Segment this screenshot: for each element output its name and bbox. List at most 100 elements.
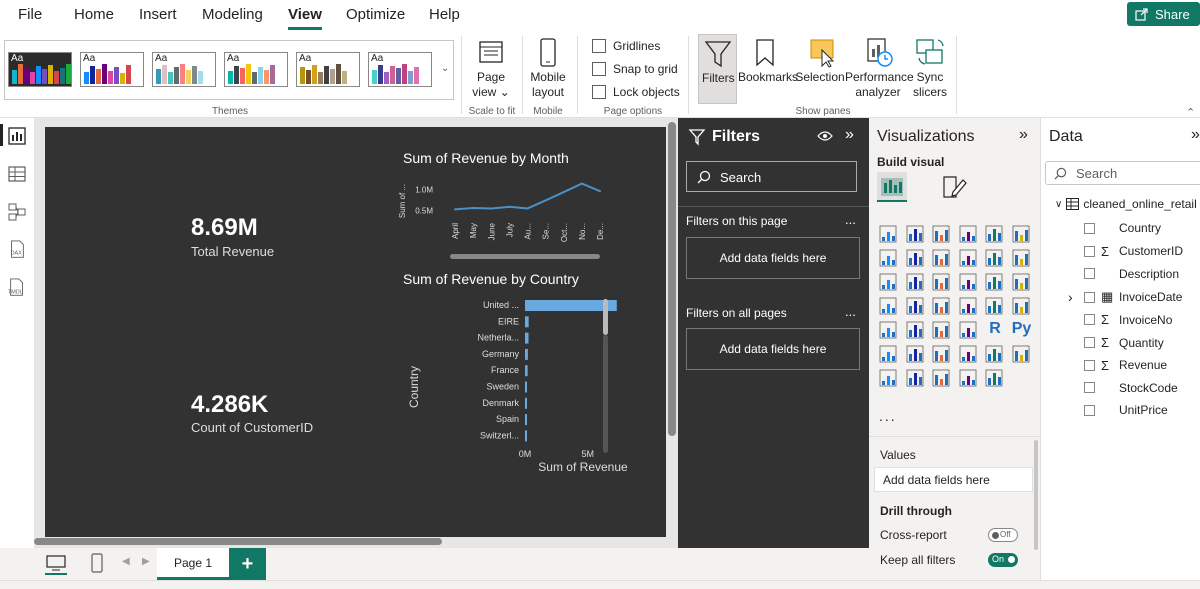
gridlines-checkbox[interactable]: Gridlines bbox=[592, 39, 660, 53]
performance-analyzer-button[interactable]: Performance analyzer bbox=[845, 70, 914, 100]
scatter-visual-icon[interactable] bbox=[931, 272, 953, 294]
table-visual-icon[interactable] bbox=[931, 320, 953, 342]
revenue-by-month-line-chart[interactable]: Sum of ... 0.5M 1.0M April May June July Au... S… bbox=[395, 171, 615, 263]
stacked-area-visual-icon[interactable] bbox=[931, 248, 953, 270]
diamond-visual-icon[interactable] bbox=[958, 368, 980, 390]
field-checkbox[interactable] bbox=[1084, 222, 1095, 234]
share-button[interactable]: Share bbox=[1127, 2, 1200, 26]
bar-chart-scrollbar[interactable] bbox=[603, 299, 608, 335]
shape-map-visual-icon[interactable] bbox=[931, 296, 953, 318]
canvas-vertical-scrollbar[interactable] bbox=[668, 122, 676, 436]
desktop-view-icon[interactable] bbox=[45, 555, 67, 571]
mobile-view-icon[interactable] bbox=[91, 553, 103, 573]
table-view-icon[interactable] bbox=[7, 164, 27, 184]
add-page-button[interactable]: + bbox=[229, 548, 266, 580]
clustered-bar-visual-icon[interactable] bbox=[931, 224, 953, 246]
power-apps-visual-icon[interactable] bbox=[1011, 344, 1033, 366]
key-influencers-visual-icon[interactable] bbox=[878, 344, 900, 366]
python-visual-visual-icon[interactable]: Py bbox=[1011, 320, 1033, 342]
field-description[interactable]: Description bbox=[1084, 267, 1179, 281]
prev-page-icon[interactable]: ◀ bbox=[122, 556, 130, 567]
theme-option[interactable]: Aa bbox=[368, 52, 432, 87]
theme-option[interactable]: Aa bbox=[8, 52, 72, 87]
eye-icon[interactable] bbox=[817, 130, 833, 142]
filters-all-pages-well[interactable]: Add data fields here bbox=[686, 328, 860, 370]
total-revenue-card-value[interactable]: 8.69M bbox=[191, 214, 258, 242]
filters-on-page-well[interactable]: Add data fields here bbox=[686, 237, 860, 279]
line-visual-icon[interactable] bbox=[878, 248, 900, 270]
model-view-icon[interactable] bbox=[7, 202, 27, 222]
power-automate-visual-icon[interactable] bbox=[878, 368, 900, 390]
chevron-visual-icon[interactable] bbox=[984, 368, 1006, 390]
themes-expand-icon[interactable]: ⌄ bbox=[441, 63, 449, 74]
selection-button[interactable]: Selection bbox=[795, 70, 845, 85]
viz-pane-scrollbar[interactable] bbox=[1034, 440, 1038, 550]
stacked-bar-visual-icon[interactable] bbox=[878, 224, 900, 246]
funnel-visual-icon[interactable] bbox=[905, 272, 927, 294]
filled-map-visual-icon[interactable] bbox=[905, 296, 927, 318]
sync-slicers-button[interactable]: Sync slicers bbox=[908, 70, 952, 100]
alert-visual-icon[interactable] bbox=[931, 368, 953, 390]
line-clustered-column-visual-icon[interactable] bbox=[984, 248, 1006, 270]
customer-count-card-value[interactable]: 4.286K bbox=[191, 391, 268, 419]
field-unitprice[interactable]: UnitPrice bbox=[1084, 403, 1168, 417]
menu-home[interactable]: Home bbox=[74, 6, 114, 23]
area-visual-icon[interactable] bbox=[905, 248, 927, 270]
report-view-icon[interactable] bbox=[7, 126, 27, 146]
100-bar-visual-icon[interactable] bbox=[984, 224, 1006, 246]
filters-on-page-more[interactable]: ... bbox=[845, 212, 856, 227]
smart-narrative-visual-icon[interactable] bbox=[958, 344, 980, 366]
field-invoiceno[interactable]: Σ InvoiceNo bbox=[1084, 312, 1172, 327]
field-customerid[interactable]: Σ CustomerID bbox=[1084, 244, 1183, 259]
ribbon-visual-icon[interactable] bbox=[1011, 248, 1033, 270]
data-search-input[interactable]: Search bbox=[1045, 161, 1200, 185]
theme-option[interactable]: Aa bbox=[152, 52, 216, 87]
card-visual-icon[interactable] bbox=[1011, 296, 1033, 318]
field-checkbox[interactable] bbox=[1084, 268, 1095, 280]
table-node[interactable]: ∨ cleaned_online_retail bbox=[1055, 197, 1197, 211]
snap-to-grid-checkbox[interactable]: Snap to grid bbox=[592, 62, 678, 76]
line-chart-scrollbar[interactable] bbox=[450, 254, 600, 259]
tmdl-view-icon[interactable]: TMDL bbox=[7, 278, 27, 298]
field-checkbox[interactable] bbox=[1084, 245, 1095, 257]
format-visual-icon[interactable] bbox=[941, 174, 967, 200]
pie-visual-icon[interactable] bbox=[958, 272, 980, 294]
paginated-visual-icon[interactable] bbox=[984, 344, 1006, 366]
collapse-data-icon[interactable]: » bbox=[1191, 126, 1200, 144]
waterfall-visual-icon[interactable] bbox=[878, 272, 900, 294]
filters-search-input[interactable]: Search bbox=[686, 161, 857, 192]
100-column-visual-icon[interactable] bbox=[1011, 224, 1033, 246]
menu-file[interactable]: File bbox=[18, 6, 42, 23]
field-revenue[interactable]: Σ Revenue bbox=[1084, 358, 1167, 373]
kpi-visual-icon[interactable] bbox=[878, 320, 900, 342]
treemap-visual-icon[interactable] bbox=[1011, 272, 1033, 294]
bookmarks-button[interactable]: Bookmarks bbox=[738, 70, 798, 85]
menu-optimize[interactable]: Optimize bbox=[346, 6, 405, 23]
gauge-visual-icon[interactable] bbox=[984, 296, 1006, 318]
field-checkbox[interactable] bbox=[1084, 337, 1095, 348]
page-view-button[interactable]: Page view ⌄ bbox=[468, 70, 514, 100]
mobile-layout-button[interactable]: Mobile layout bbox=[526, 70, 570, 100]
qa-visual-icon[interactable] bbox=[931, 344, 953, 366]
cross-report-toggle[interactable]: Off bbox=[988, 528, 1018, 542]
menu-insert[interactable]: Insert bbox=[139, 6, 177, 23]
menu-modeling[interactable]: Modeling bbox=[202, 6, 263, 23]
values-well[interactable]: Add data fields here bbox=[874, 467, 1033, 492]
lock-objects-checkbox[interactable]: Lock objects bbox=[592, 85, 680, 99]
field-checkbox[interactable] bbox=[1084, 314, 1095, 326]
field-checkbox[interactable] bbox=[1084, 359, 1095, 371]
stacked-column-visual-icon[interactable] bbox=[905, 224, 927, 246]
field-quantity[interactable]: Σ Quantity bbox=[1084, 335, 1164, 350]
clustered-column-visual-icon[interactable] bbox=[958, 224, 980, 246]
decomp-tree-visual-icon[interactable] bbox=[905, 344, 927, 366]
field-invoicedate[interactable]: › ▦ InvoiceDate bbox=[1068, 289, 1182, 305]
field-checkbox[interactable] bbox=[1084, 404, 1095, 416]
slicer-visual-icon[interactable] bbox=[905, 320, 927, 342]
chevron-right-icon[interactable]: › bbox=[1068, 289, 1073, 305]
more-visuals-icon[interactable]: ... bbox=[879, 408, 897, 424]
menu-view[interactable]: View bbox=[288, 6, 322, 30]
page-tab-1[interactable]: Page 1 bbox=[157, 548, 229, 580]
field-checkbox[interactable] bbox=[1084, 291, 1095, 303]
field-country[interactable]: Country bbox=[1084, 221, 1161, 235]
field-checkbox[interactable] bbox=[1084, 382, 1095, 394]
